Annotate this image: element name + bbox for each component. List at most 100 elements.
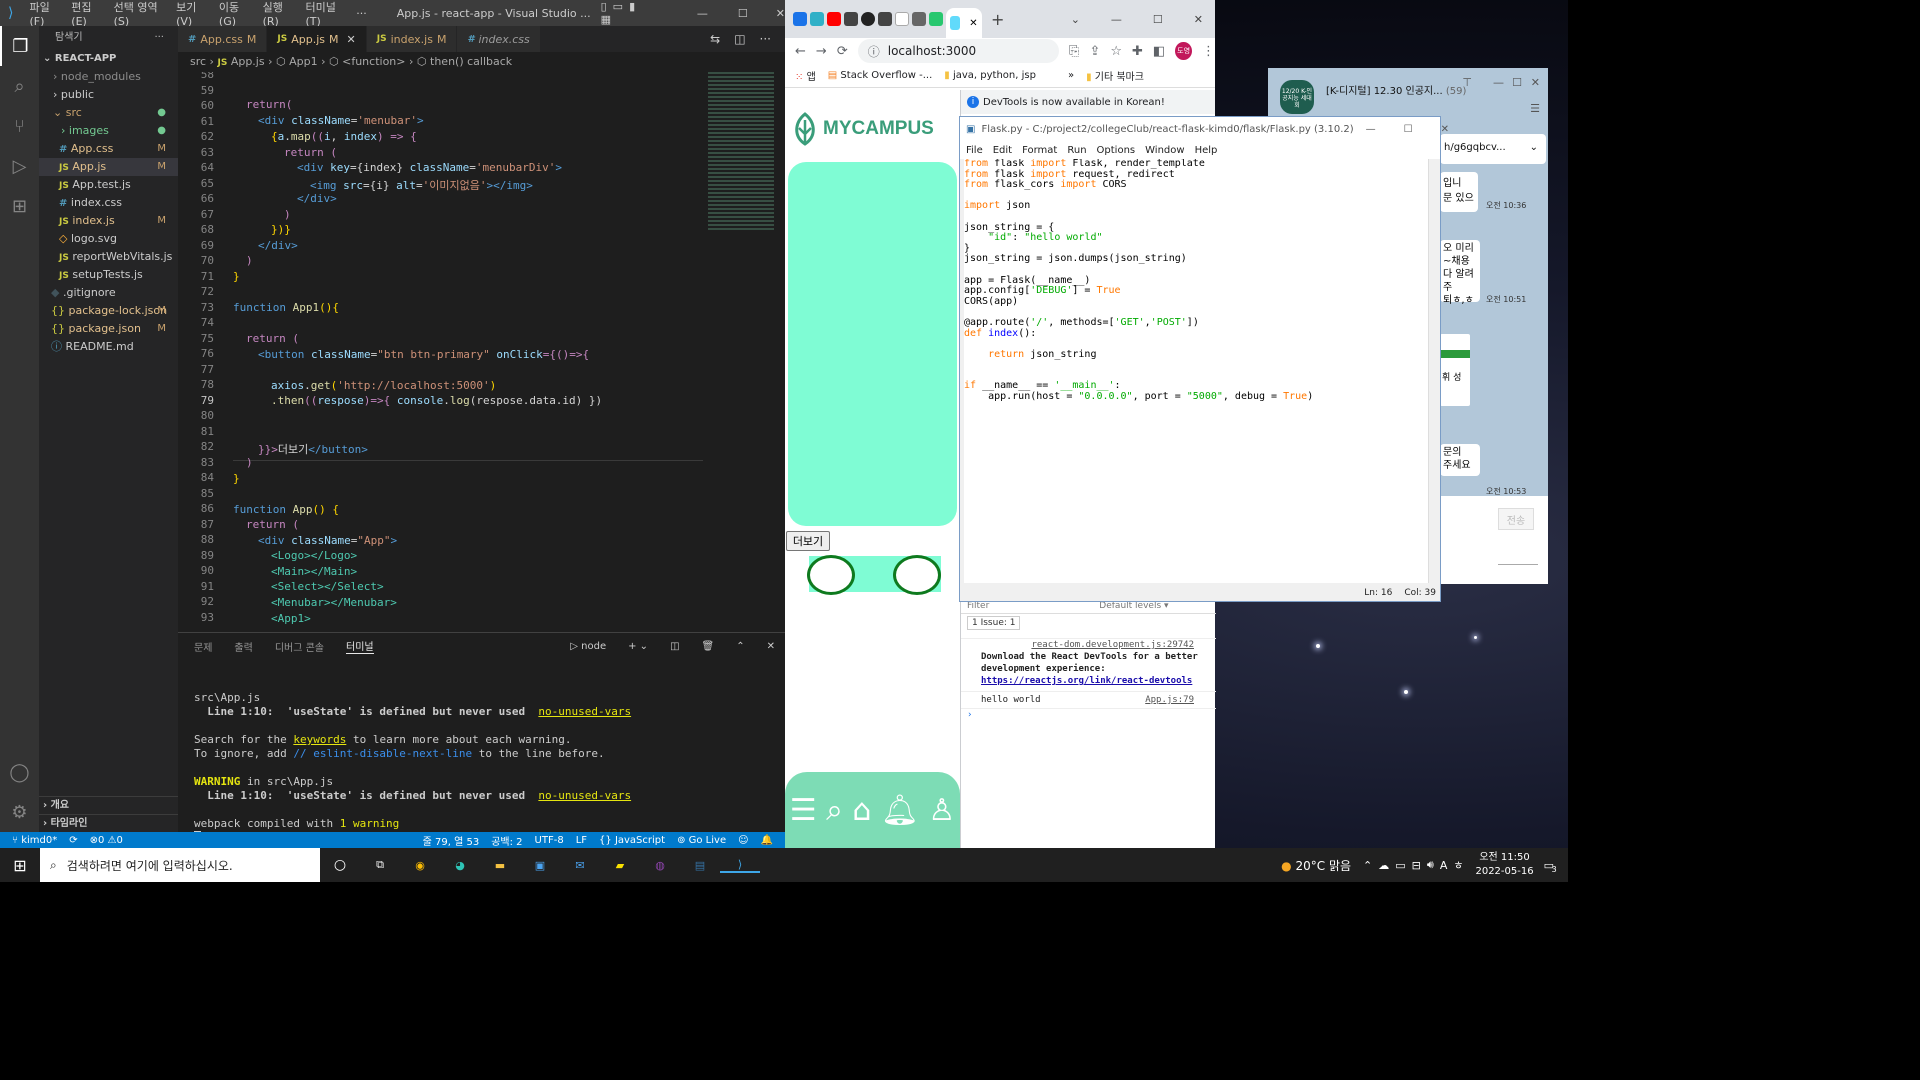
menu-selection[interactable]: 선택 영역(S) [108,0,170,28]
tab-app-js[interactable]: JS App.js M ✕ [267,26,367,52]
send-button[interactable]: 전송 [1498,508,1534,530]
maximize-button[interactable]: ☐ [1512,76,1522,89]
console-prompt[interactable]: › [961,708,1216,721]
go-live-button[interactable]: ⊚ Go Live [671,835,732,846]
terminal-output[interactable]: src\App.js Line 1:10: 'useState' is defi… [178,659,785,844]
bookmark-apps[interactable]: ⁙ 앱 [795,68,816,83]
more-actions-icon[interactable]: ··· [760,32,771,46]
pin-icon[interactable]: ⊤ [1462,76,1472,89]
forward-icon[interactable]: → [816,44,827,59]
tree-item-app-css[interactable]: # App.css M [39,140,178,158]
tree-item-gitignore[interactable]: ◆ .gitignore [39,284,178,302]
close-button[interactable]: ✕ [748,7,785,20]
branch-indicator[interactable]: ⑂ kimd0* [0,835,63,846]
bookmark-stackoverflow[interactable]: ▤ Stack Overflow -... [828,70,932,81]
tray-overflow-icon[interactable]: ⌃ [1363,859,1378,872]
ime-korean[interactable]: ㅎ [1453,857,1475,873]
minimize-button[interactable]: — [1366,124,1398,135]
cloud-icon[interactable]: ☁ [1378,859,1395,872]
breadcrumb-function[interactable]: <function> [342,55,405,68]
sync-icon[interactable]: ⟳ [63,835,83,846]
console-source[interactable]: react-dom.development.js:29742 [961,639,1216,651]
home-icon[interactable]: ⌂ [852,793,871,828]
github-desktop-app-icon[interactable]: ◍ [640,859,680,872]
gear-icon[interactable]: ⚙ [0,792,39,832]
maximize-button[interactable]: ☐ [1404,124,1435,135]
menu-view[interactable]: 보기(V) [170,0,213,28]
network-icon[interactable]: ⊟ [1412,859,1427,872]
close-tab-icon[interactable]: ✕ [969,18,977,29]
trash-icon[interactable]: 🗑 [702,641,715,652]
search-icon[interactable]: ⌕ [826,793,843,828]
tab-favicon[interactable] [793,12,807,26]
breadcrumb-callback[interactable]: then() callback [430,55,512,68]
notice-banner[interactable]: h/g6gqbcv... ⌄ [1440,134,1546,164]
account-icon[interactable]: ◯ [0,752,39,792]
language-mode[interactable]: {} JavaScript [593,835,671,846]
reload-icon[interactable]: ⟳ [837,44,848,59]
levels-dropdown[interactable]: Default levels ▾ [1009,601,1168,611]
back-icon[interactable]: ← [795,44,806,59]
tree-item-images[interactable]: › images ● [39,122,178,140]
tree-item-app-test-js[interactable]: JS App.test.js [39,176,178,194]
menu-go[interactable]: 이동(G) [213,0,257,28]
menu-file[interactable]: File [966,145,983,156]
tab-app-css[interactable]: # App.css M [178,26,268,52]
python-app-icon[interactable]: ▤ [680,859,720,872]
github-icon[interactable] [861,12,875,26]
ime-mode[interactable]: A [1440,859,1454,872]
extensions-icon[interactable]: ⊞ [0,186,39,226]
store-app-icon[interactable]: ▣ [520,859,560,872]
terminal-selector[interactable]: ▷ node [570,641,606,652]
issues-button[interactable]: 1 Issue: 1 [967,616,1021,630]
battery-icon[interactable]: ▭ [1395,859,1411,872]
bookmark-other[interactable]: ▮ 기타 북마크 [1086,68,1144,83]
menu-icon[interactable]: ☰ [790,793,817,828]
menubar-circle[interactable] [807,555,855,595]
maximize-button[interactable]: ☐ [1153,13,1191,26]
share-icon[interactable]: ⇪ [1089,44,1100,59]
menu-run[interactable]: Run [1067,145,1086,156]
edge-app-icon[interactable]: ◕ [440,859,480,872]
chrome-app-icon[interactable]: ◉ [400,859,440,872]
tree-item-readme[interactable]: ⓘ README.md [39,338,178,356]
cursor-position[interactable]: 줄 79, 열 53 [417,833,486,848]
user-icon[interactable]: ♙ [928,793,955,828]
volume-icon[interactable]: 🔊︎ [1427,858,1440,872]
close-button[interactable]: ✕ [1194,13,1215,26]
tree-item-setuptests[interactable]: JS setupTests.js [39,266,178,284]
new-tab-button[interactable]: + [985,10,1004,29]
bookmarks-overflow[interactable]: » [1048,70,1074,81]
tab-search-icon[interactable]: ⌄ [1071,13,1108,26]
outline-section[interactable]: › 개요 [39,796,178,814]
tree-item-app-js[interactable]: JS App.js M [39,158,178,176]
new-terminal-icon[interactable]: + ⌄ [628,641,648,652]
info-icon[interactable]: ⓘ [868,43,888,60]
more-actions-icon[interactable]: ··· [154,26,164,50]
split-editor-icon[interactable]: ◫ [734,32,745,46]
tab-index-css[interactable]: # index.css [457,26,541,52]
close-button[interactable]: ✕ [1531,76,1540,89]
filter-input[interactable]: Filter [967,601,989,611]
tree-item-public[interactable]: › public [39,86,178,104]
tab-terminal[interactable]: 터미널 [346,638,374,654]
opacity-slider[interactable] [1498,564,1538,565]
youtube-icon[interactable] [827,12,841,26]
menu-help[interactable]: Help [1195,145,1218,156]
tab-debug-console[interactable]: 디버그 콘솔 [275,639,324,654]
timeline-section[interactable]: › 타임라인 [39,814,178,832]
mail-app-icon[interactable]: ✉ [560,859,600,872]
menu-format[interactable]: Format [1022,145,1057,156]
tree-item-logo-svg[interactable]: ◇ logo.svg [39,230,178,248]
menu-icon[interactable]: ☰ [1530,102,1540,115]
bell-icon[interactable]: 🔔 [755,835,785,846]
console-source[interactable]: App.js:79 [1145,694,1194,706]
menu-window[interactable]: Window [1145,145,1184,156]
chat-image[interactable]: 휘 성 [1440,334,1470,406]
vscode-app-icon[interactable]: ⟩ [720,858,760,873]
close-button[interactable]: ✕ [1441,124,1461,135]
kakaotalk-app-icon[interactable]: ▰ [600,859,640,872]
menu-edit[interactable]: 편집(E) [65,0,107,28]
split-terminal-icon[interactable]: ◫ [670,641,679,652]
menu-terminal[interactable]: 터미널(T) [300,0,351,28]
